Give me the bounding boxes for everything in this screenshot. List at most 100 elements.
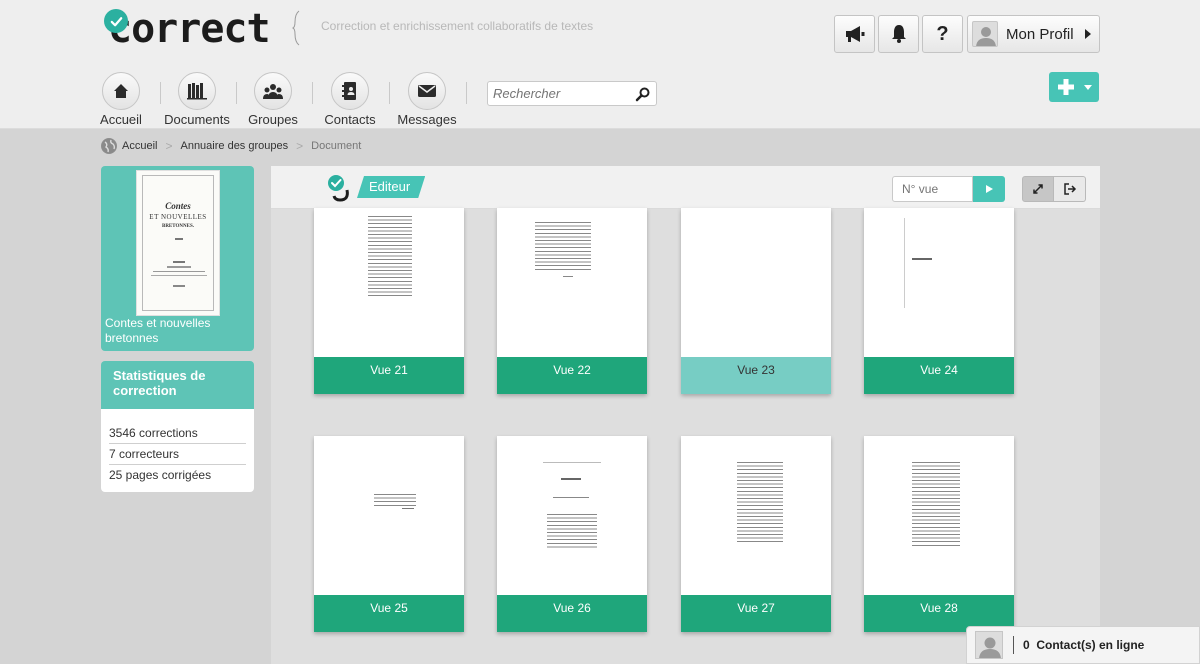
page-thumbnail-vue-21[interactable]: Vue 21 [314,208,464,394]
exit-button[interactable] [1054,176,1086,202]
search-input[interactable] [488,82,628,105]
editor-toolbar: Editeur [271,166,1100,209]
nav-contacts[interactable]: Contacts [315,72,385,127]
envelope-icon [408,72,446,110]
go-to-vue-button[interactable] [973,176,1005,202]
page-thumbnail-vue-28[interactable]: Vue 28 [864,436,1014,632]
help-button[interactable]: ? [922,15,963,53]
nav-label: Groupes [248,112,298,127]
megaphone-icon [845,26,864,42]
correct-small-logo-icon [327,174,353,202]
page-thumbnail-vue-27[interactable]: Vue 27 [681,436,831,632]
page-label: Vue 23 [681,357,831,394]
group-icon [254,72,292,110]
online-contacts-bar[interactable]: 0 Contact(s) en ligne [966,626,1200,664]
play-icon [986,185,993,193]
page-thumbnail-vue-24[interactable]: Vue 24 [864,208,1014,394]
page-thumbnail-vue-25[interactable]: Vue 25 [314,436,464,632]
breadcrumb-annuaire[interactable]: Annuaire des groupes [180,140,288,152]
page-text-preview [374,494,416,506]
page-text-preview [912,462,960,548]
announcement-button[interactable] [834,15,875,53]
bell-icon [891,25,906,43]
stat-pages: 25 pages corrigées [109,468,212,482]
stat-correcteurs: 7 correcteurs [109,444,246,465]
cover-ornament [151,275,207,276]
page-text-preview [535,222,591,270]
search-icon[interactable] [635,86,651,102]
cover-ornament [167,266,191,268]
home-icon [102,72,140,110]
book-cover-frame [142,175,214,311]
nav-divider [312,82,313,104]
page-rule [402,508,414,509]
book-caption[interactable]: Contes et nouvelles bretonnes [105,316,235,346]
nav-label: Accueil [100,112,142,127]
page-thumbnail-vue-23[interactable]: Vue 23 [681,208,831,394]
top-header: correct Correction et enrichissement col… [0,0,1200,129]
nav-divider [389,82,390,104]
editor-badge: Editeur [327,174,425,202]
checkmark-icon [104,9,128,33]
page-label: Vue 26 [497,595,647,632]
nav-documents[interactable]: Documents [162,72,232,127]
page-label: Vue 27 [681,595,831,632]
tagline: Correction et enrichissement collaborati… [321,19,594,33]
page-thumbnail-vue-22[interactable]: Vue 22 [497,208,647,394]
profile-label: Mon Profil [1006,25,1074,43]
profile-menu-button[interactable]: Mon Profil [967,15,1100,53]
nav-label: Contacts [324,112,376,127]
avatar [972,21,998,47]
cover-title-line: Contes [165,201,191,211]
breadcrumb-accueil[interactable]: Accueil [122,140,157,152]
correct-logo[interactable]: correct [104,9,271,49]
cover-ornament [173,285,185,287]
page-heading [561,478,581,480]
fullscreen-button[interactable] [1022,176,1054,202]
vue-number-input[interactable] [892,176,973,202]
add-menu-button[interactable] [1049,72,1099,102]
cover-ornament [173,261,185,263]
page-title-script [553,488,589,498]
caret-down-icon [1084,85,1092,90]
page-rule [563,276,573,277]
address-book-icon [331,72,369,110]
stats-panel: 3546 corrections 7 correcteurs 25 pages … [101,409,254,492]
nav-label: Documents [164,112,230,127]
caret-right-icon [1085,29,1091,39]
breadcrumb-document: Document [311,140,362,152]
book-cover-image: Contes ET NOUVELLES BRETONNES. [136,170,220,316]
avatar [975,631,1003,659]
page-text-preview [368,216,412,298]
stat-corrections: 3546 corrections [109,423,246,444]
nav-divider [466,82,467,104]
plus-icon [1058,79,1074,95]
stats-title: Statistiques de correction [101,361,254,409]
page-text-preview [547,514,597,548]
search-box [487,81,657,106]
nav-label: Messages [397,112,457,127]
nav-divider [236,82,237,104]
question-mark-icon: ? [936,22,949,45]
online-contacts-label: 0 Contact(s) en ligne [1023,638,1145,652]
cover-ornament [153,271,205,272]
editor-tab[interactable]: Editeur [357,176,425,198]
chevron-right-icon: > [165,139,173,153]
books-icon [178,72,216,110]
expand-icon [1033,184,1043,194]
nav-messages[interactable]: Messages [392,72,462,127]
cover-title-line: BRETONNES. [161,224,194,229]
nav-groupes[interactable]: Groupes [238,72,308,127]
sign-out-icon [1063,183,1076,195]
page-thumbnail-vue-26[interactable]: Vue 26 [497,436,647,632]
chevron-right-icon: > [296,139,304,153]
page-label: Vue 21 [314,357,464,394]
nav-accueil[interactable]: Accueil [86,72,156,127]
notifications-button[interactable] [878,15,919,53]
page-label: Vue 24 [864,357,1014,394]
breadcrumb: Accueil > Annuaire des groupes > Documen… [101,138,361,154]
page-text-preview [737,462,783,542]
divider [1013,636,1014,654]
book-card[interactable]: Contes ET NOUVELLES BRETONNES. Contes et… [101,166,254,351]
globe-icon [101,138,117,154]
